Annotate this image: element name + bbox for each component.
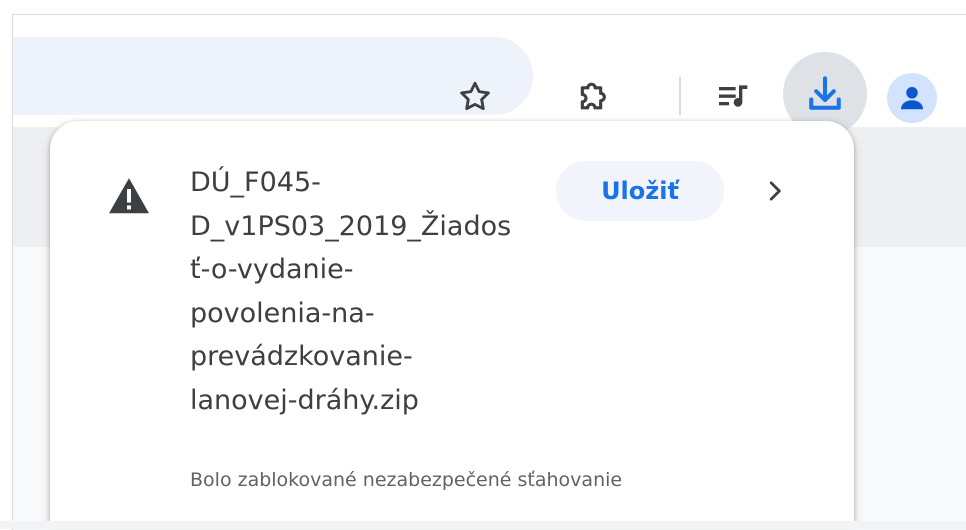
playlist-icon[interactable] xyxy=(710,73,758,121)
download-bubble: DÚ_F045- D_v1PS03_2019_Žiados ť-o-vydani… xyxy=(50,121,854,521)
star-icon[interactable] xyxy=(453,75,497,119)
download-icon xyxy=(809,76,841,110)
save-button-label: Uložiť xyxy=(601,177,679,205)
filename-line: D_v1PS03_2019_Žiados xyxy=(190,210,512,242)
puzzle-piece-icon[interactable] xyxy=(570,73,618,121)
filename-line: ť-o-vydanie- xyxy=(190,254,354,285)
person-icon xyxy=(901,87,923,110)
browser-toolbar xyxy=(13,15,966,136)
filename-line: DÚ_F045- xyxy=(190,167,321,198)
window-bottom-edge xyxy=(0,521,966,529)
download-filename: DÚ_F045- D_v1PS03_2019_Žiados ť-o-vydani… xyxy=(190,161,570,422)
warning-triangle-icon xyxy=(107,176,151,216)
filename-line: lanovej-dráhy.zip xyxy=(190,384,419,416)
chevron-right-icon xyxy=(769,181,781,201)
filename-line: povolenia-na- xyxy=(190,297,375,329)
more-options-button[interactable] xyxy=(755,171,795,211)
filename-line: prevádzkovanie- xyxy=(190,341,413,372)
profile-avatar[interactable] xyxy=(887,73,937,123)
save-button[interactable]: Uložiť xyxy=(556,161,724,221)
download-status: Bolo zablokované nezabezpečené sťahovani… xyxy=(190,469,623,491)
toolbar-separator xyxy=(679,77,681,115)
